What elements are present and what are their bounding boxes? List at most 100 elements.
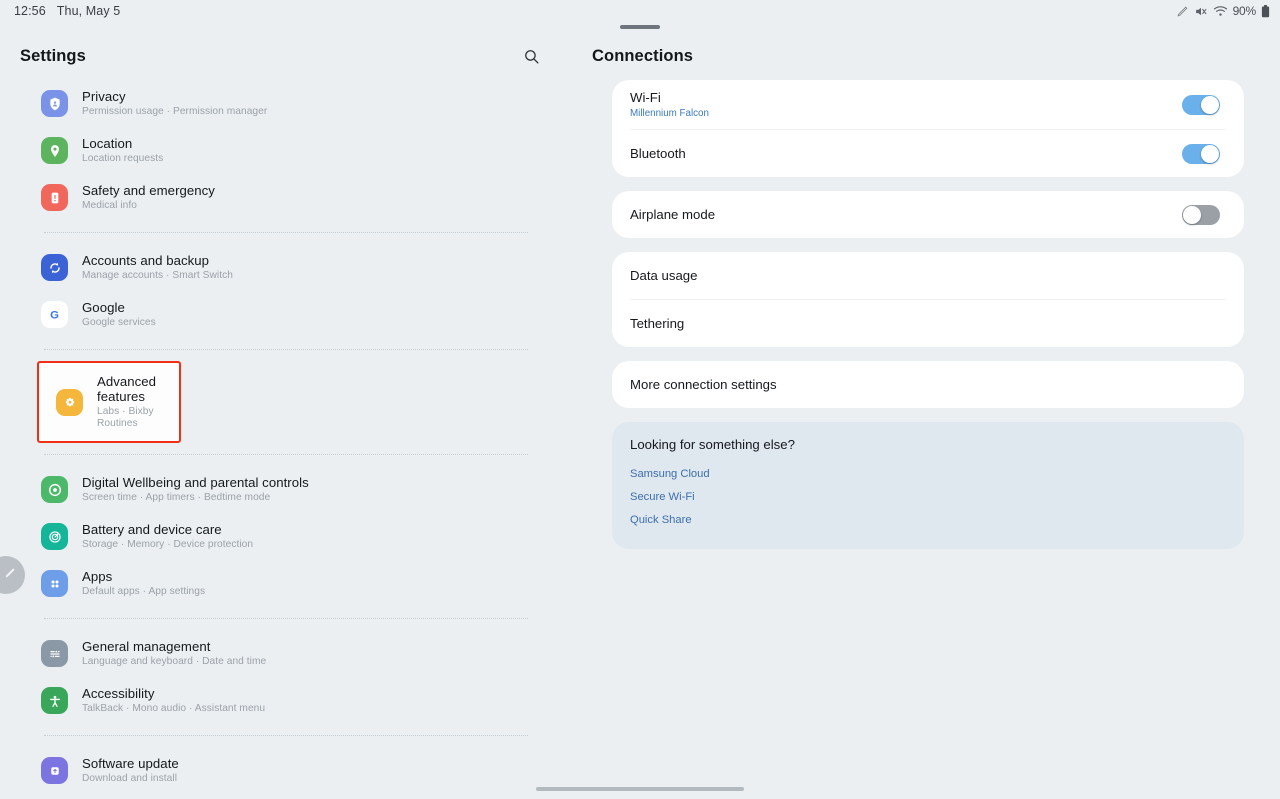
row-wifi[interactable]: Wi-Fi Millennium Falcon xyxy=(612,80,1244,129)
settings-group: General management Language and keyboard… xyxy=(0,630,572,724)
sidebar-item-sublabel: TalkBack · Mono audio · Assistant menu xyxy=(82,703,266,714)
sidebar-item-software-update[interactable]: Software update Download and install xyxy=(0,747,572,794)
row-wifi-network-name: Millennium Falcon xyxy=(630,107,709,119)
navigation-gesture-handle[interactable] xyxy=(536,787,744,791)
wifi-icon xyxy=(1213,5,1228,17)
sidebar-item-privacy[interactable]: Privacy Permission usage · Permission ma… xyxy=(0,80,572,127)
sidebar-item-safety-and-emergency[interactable]: Safety and emergency Medical info xyxy=(0,174,572,221)
bluetooth-toggle[interactable] xyxy=(1182,143,1220,164)
airplane-mode-toggle[interactable] xyxy=(1182,204,1220,225)
sliders-icon xyxy=(41,640,68,667)
link-quick-share[interactable]: Quick Share xyxy=(630,509,692,532)
group-separator xyxy=(44,349,528,350)
sidebar-item-text: Google Google services xyxy=(82,300,156,329)
connections-card-airplane-mode: Airplane mode xyxy=(612,191,1244,238)
google-g-icon: G xyxy=(41,301,68,328)
battery-percent-label: 90% xyxy=(1232,4,1257,18)
row-airplane-mode[interactable]: Airplane mode xyxy=(612,191,1244,238)
sidebar-item-text: Privacy Permission usage · Permission ma… xyxy=(82,89,267,118)
link-samsung-cloud[interactable]: Samsung Cloud xyxy=(630,463,710,486)
sidebar-item-digital-wellbeing[interactable]: Digital Wellbeing and parental controls … xyxy=(0,466,572,513)
connections-card-list: Wi-Fi Millennium Falcon Bluetooth Airpla… xyxy=(572,80,1280,549)
connections-card-data: Data usage Tethering xyxy=(612,252,1244,347)
row-wifi-label: Wi-Fi xyxy=(630,89,661,105)
settings-list: Privacy Permission usage · Permission ma… xyxy=(0,80,572,794)
connections-pane: Connections Wi-Fi Millennium Falcon Blue… xyxy=(572,32,1280,799)
wifi-toggle[interactable] xyxy=(1182,94,1220,115)
sidebar-item-label: Google xyxy=(82,300,125,315)
sidebar-item-sublabel: Download and install xyxy=(82,773,178,784)
sidebar-item-text: Safety and emergency Medical info xyxy=(82,183,215,212)
row-tethering-label: Tethering xyxy=(630,315,685,331)
row-more-connection-settings[interactable]: More connection settings xyxy=(612,361,1244,408)
row-airplane-mode-label: Airplane mode xyxy=(630,206,716,222)
svg-text:G: G xyxy=(50,309,59,321)
sidebar-item-label: Accounts and backup xyxy=(82,253,210,268)
settings-pane: Settings Privacy Permission usage · Perm… xyxy=(0,32,572,799)
pen-icon xyxy=(1176,5,1189,18)
row-tethering[interactable]: Tethering xyxy=(612,300,1244,347)
group-separator xyxy=(44,454,528,455)
accessibility-person-icon xyxy=(41,687,68,714)
connections-card-wifi-bluetooth: Wi-Fi Millennium Falcon Bluetooth xyxy=(612,80,1244,177)
settings-group: Software update Download and install xyxy=(0,747,572,794)
device-care-icon xyxy=(41,523,68,550)
toggle-knob xyxy=(1201,95,1219,114)
sidebar-item-text: Battery and device care Storage · Memory… xyxy=(82,522,253,551)
sidebar-item-sublabel: Screen time · App timers · Bedtime mode xyxy=(82,492,271,503)
sidebar-item-apps[interactable]: Apps Default apps · App settings xyxy=(0,560,572,607)
sidebar-item-sublabel: Default apps · App settings xyxy=(82,586,206,597)
software-update-icon xyxy=(41,757,68,784)
link-secure-wifi[interactable]: Secure Wi-Fi xyxy=(630,486,695,509)
sidebar-item-label: Advanced features xyxy=(97,374,157,404)
sync-icon xyxy=(41,254,68,281)
emergency-alert-icon xyxy=(41,184,68,211)
status-bar-left: 12:56 Thu, May 5 xyxy=(14,4,120,18)
settings-group: Accounts and backup Manage accounts · Sm… xyxy=(0,244,572,338)
row-more-connection-settings-label: More connection settings xyxy=(630,376,777,392)
connections-card-more-settings: More connection settings xyxy=(612,361,1244,408)
sidebar-item-label: Software update xyxy=(82,756,179,771)
looking-for-something-else-card: Looking for something else? Samsung Clou… xyxy=(612,422,1244,549)
apps-grid-icon xyxy=(41,570,68,597)
sidebar-item-general-management[interactable]: General management Language and keyboard… xyxy=(0,630,572,677)
sidebar-item-accounts-and-backup[interactable]: Accounts and backup Manage accounts · Sm… xyxy=(0,244,572,291)
sidebar-item-accessibility[interactable]: Accessibility TalkBack · Mono audio · As… xyxy=(0,677,572,724)
top-drag-handle[interactable] xyxy=(620,25,660,29)
sidebar-item-label: Accessibility xyxy=(82,686,155,701)
sidebar-item-sublabel: Manage accounts · Smart Switch xyxy=(82,270,233,281)
sidebar-item-google[interactable]: G Google Google services xyxy=(0,291,572,338)
status-bar: 12:56 Thu, May 5 90% xyxy=(0,0,1280,22)
sidebar-item-sublabel: Labs · Bixby Routines xyxy=(97,406,154,429)
sidebar-item-sublabel: Language and keyboard · Date and time xyxy=(82,656,267,667)
status-date: Thu, May 5 xyxy=(56,4,121,18)
sidebar-item-location[interactable]: Location Location requests xyxy=(0,127,572,174)
sidebar-item-label: Privacy xyxy=(82,89,126,104)
sidebar-item-advanced-features[interactable]: Advanced features Labs · Bixby Routines xyxy=(37,361,181,443)
settings-group: Privacy Permission usage · Permission ma… xyxy=(0,80,572,221)
toggle-knob xyxy=(1183,205,1201,224)
sidebar-item-label: Location xyxy=(82,136,133,151)
search-icon[interactable] xyxy=(514,39,548,73)
sidebar-item-text: Accounts and backup Manage accounts · Sm… xyxy=(82,253,233,282)
status-time: 12:56 xyxy=(14,4,46,18)
group-separator xyxy=(44,232,528,233)
info-card-title: Looking for something else? xyxy=(630,437,795,452)
row-data-usage[interactable]: Data usage xyxy=(612,252,1244,299)
settings-header: Settings xyxy=(0,32,572,80)
advanced-features-icon xyxy=(56,388,83,416)
sidebar-item-label: Digital Wellbeing and parental controls xyxy=(82,475,309,490)
sidebar-item-label: General management xyxy=(82,639,211,654)
sidebar-item-text: Digital Wellbeing and parental controls … xyxy=(82,475,309,504)
sidebar-item-text: Advanced features Labs · Bixby Routines xyxy=(97,374,159,430)
mute-icon xyxy=(1194,5,1208,18)
battery-icon xyxy=(1261,4,1270,18)
sidebar-item-battery-and-device-care[interactable]: Battery and device care Storage · Memory… xyxy=(0,513,572,560)
connections-header: Connections xyxy=(572,32,1280,80)
sidebar-item-sublabel: Storage · Memory · Device protection xyxy=(82,539,254,550)
group-separator xyxy=(44,618,528,619)
sidebar-item-text: Apps Default apps · App settings xyxy=(82,569,205,598)
sidebar-item-text: Location Location requests xyxy=(82,136,163,165)
sidebar-item-text: Software update Download and install xyxy=(82,756,179,785)
row-bluetooth[interactable]: Bluetooth xyxy=(612,130,1244,177)
